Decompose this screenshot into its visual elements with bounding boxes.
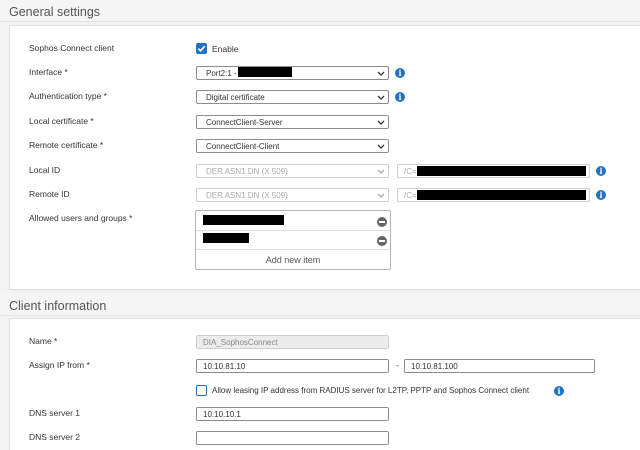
local-cert-select[interactable]: ConnectClient-Server (196, 115, 389, 129)
chevron-down-icon (377, 192, 385, 199)
redacted-group (203, 233, 249, 243)
allowed-users-list: Add new item (195, 210, 391, 270)
remote-id-value: /C= (404, 191, 417, 200)
redacted-remote-id (417, 190, 586, 200)
info-icon[interactable]: i (395, 68, 405, 78)
auth-type-select[interactable]: Digital certificate (196, 90, 389, 104)
list-item (196, 231, 390, 250)
section-title-general: General settings (0, 0, 640, 22)
dns2-label: DNS server 2 (29, 432, 81, 442)
enable-checkbox[interactable] (196, 43, 207, 54)
ip-from-value: 10.10.81.10 (203, 362, 246, 371)
radius-lease-checkbox[interactable] (196, 385, 207, 396)
dns1-input[interactable]: 10.10.10.1 (196, 407, 389, 421)
remote-cert-select[interactable]: ConnectClient-Client (196, 139, 389, 153)
sophos-connect-label: Sophos Connect client (29, 43, 115, 53)
auth-type-value: Digital certificate (206, 93, 265, 102)
info-icon[interactable]: i (395, 92, 405, 102)
interface-select[interactable]: Port2:1 - 8 (196, 66, 389, 80)
remote-id-label: Remote ID (29, 189, 70, 199)
dns2-input[interactable] (196, 431, 389, 445)
assign-ip-label: Assign IP from * (29, 360, 90, 370)
ip-to-value: 10.10.81.100 (411, 362, 458, 371)
minus-circle-icon[interactable] (377, 236, 387, 246)
chevron-down-icon (377, 70, 385, 77)
section-title-client: Client information (0, 294, 640, 316)
auth-type-label: Authentication type * (29, 91, 107, 101)
name-input[interactable]: DIA_SophosConnect (196, 335, 389, 349)
chevron-down-icon (377, 94, 385, 101)
remote-id-type-select[interactable]: DER ASN1 DN (X.509) (196, 188, 389, 202)
redacted-interface (238, 67, 292, 77)
allowed-users-label: Allowed users and groups * (29, 213, 133, 223)
interface-label: Interface * (29, 67, 68, 77)
ip-to-input[interactable]: 10.10.81.100 (404, 359, 595, 373)
local-cert-value: ConnectClient-Server (206, 118, 283, 127)
list-item (196, 211, 390, 230)
remote-cert-label: Remote certificate * (29, 140, 104, 150)
redacted-local-id (417, 166, 586, 176)
info-icon[interactable]: i (596, 190, 606, 200)
ip-from-input[interactable]: 10.10.81.10 (196, 359, 389, 373)
name-value: DIA_SophosConnect (203, 338, 278, 347)
local-id-type-value: DER ASN1 DN (X.509) (206, 167, 288, 176)
name-label: Name * (29, 336, 58, 346)
local-id-label: Local ID (29, 165, 61, 175)
dns1-label: DNS server 1 (29, 408, 81, 418)
chevron-down-icon (377, 168, 385, 175)
local-id-value: /C= (404, 167, 417, 176)
add-new-item-button[interactable]: Add new item (196, 250, 390, 265)
local-id-type-select[interactable]: DER ASN1 DN (X.509) (196, 164, 389, 178)
info-icon[interactable]: i (596, 166, 606, 176)
checkmark-icon (197, 45, 206, 52)
minus-circle-icon[interactable] (377, 217, 387, 227)
chevron-down-icon (377, 119, 385, 126)
local-cert-label: Local certificate * (29, 116, 94, 126)
enable-label: Enable (212, 44, 239, 54)
ip-range-separator: - (396, 360, 399, 370)
redacted-user (203, 215, 284, 225)
info-icon[interactable]: i (554, 386, 564, 396)
dns1-value: 10.10.10.1 (203, 410, 241, 419)
chevron-down-icon (377, 143, 385, 150)
remote-id-type-value: DER ASN1 DN (X.509) (206, 191, 288, 200)
radius-lease-label: Allow leasing IP address from RADIUS ser… (212, 386, 530, 395)
remote-cert-value: ConnectClient-Client (206, 142, 280, 151)
